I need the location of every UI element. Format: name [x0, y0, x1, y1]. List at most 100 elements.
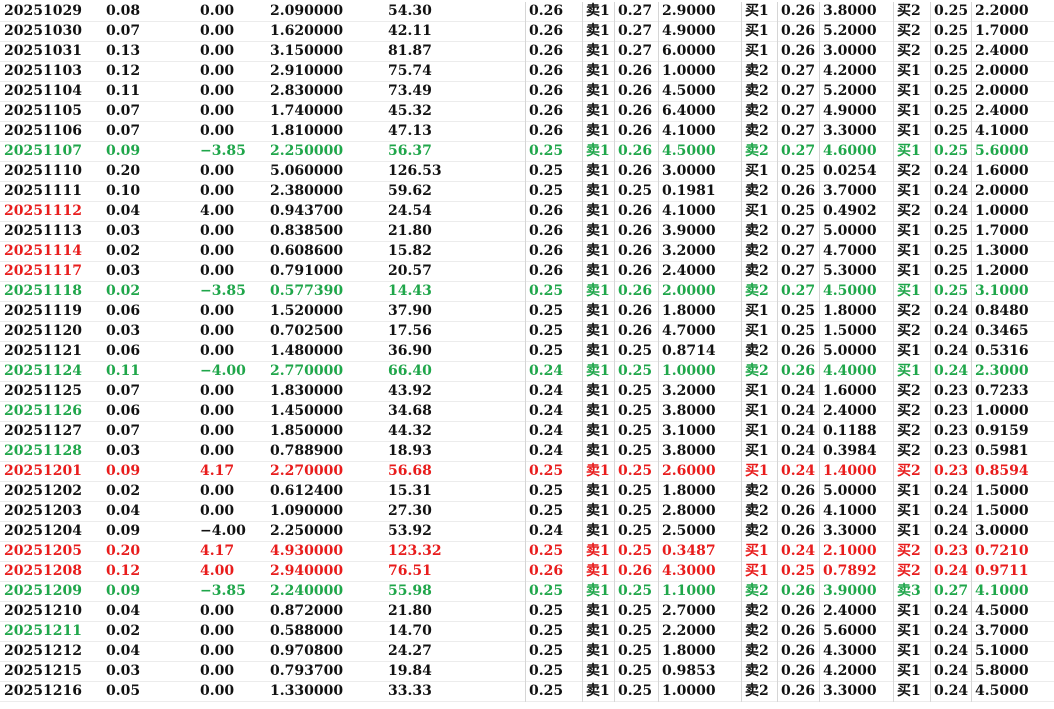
ask1-price-cell: 0.25 [614, 442, 652, 462]
ask1-price-cell: 0.26 [614, 222, 652, 242]
table-row: 20251204 0.09 −4.00 2.250000 53.92 0.24 卖1 0.25… [0, 522, 1054, 542]
ask1-label-cell: 卖1 [582, 402, 610, 422]
level2-price-cell: 0.27 [777, 82, 815, 102]
date-cell: 20251119 [4, 303, 82, 319]
level3-qty-cell: 1.7000 [971, 222, 1029, 242]
table-row: 20251111 0.10 0.00 2.380000 59.62 0.25 卖1 0.25 0… [0, 182, 1054, 202]
level3-label-cell: 买2 [893, 322, 921, 342]
level3-price-cell: 0.27 [930, 582, 968, 602]
volume-cell: 0.588000 [270, 623, 344, 639]
date-cell: 20251111 [4, 183, 82, 199]
level3-label-cell: 买2 [893, 542, 921, 562]
change-cell: 0.00 [200, 603, 235, 619]
price-cell: 0.25 [525, 342, 563, 362]
level2-price-cell: 0.27 [777, 62, 815, 82]
date-cell: 20251204 [4, 523, 82, 539]
level3-price-cell: 0.23 [930, 542, 968, 562]
table-row: 20251212 0.04 0.00 0.970800 24.27 0.25 卖1 0.25 1… [0, 642, 1054, 662]
level2-price-cell: 0.26 [777, 582, 815, 602]
date-cell: 20251118 [4, 283, 82, 299]
change-cell: −3.85 [200, 143, 246, 159]
rate-cell: 0.13 [106, 43, 141, 59]
level3-qty-cell: 4.5000 [971, 682, 1029, 702]
level3-qty-cell: 3.7000 [971, 622, 1029, 642]
table-row: 20251205 0.20 4.17 4.930000 123.32 0.25 卖1 0.25… [0, 542, 1054, 562]
table-row: 20251125 0.07 0.00 1.830000 43.92 0.24 卖1 0.25 3… [0, 382, 1054, 402]
level2-label-cell: 买1 [741, 462, 769, 482]
volume-cell: 4.930000 [270, 543, 344, 559]
change-cell: 4.17 [200, 543, 235, 559]
amount-cell: 44.32 [388, 423, 432, 439]
amount-cell: 36.90 [388, 343, 432, 359]
level2-price-cell: 0.26 [777, 42, 815, 62]
volume-cell: 2.910000 [270, 63, 344, 79]
level3-label-cell: 买1 [893, 282, 921, 302]
ask1-price-cell: 0.25 [614, 182, 652, 202]
change-cell: 0.00 [200, 163, 235, 179]
volume-cell: 0.791000 [270, 263, 344, 279]
ask1-qty-cell: 3.2000 [658, 382, 716, 402]
volume-cell: 0.838500 [270, 223, 344, 239]
level3-price-cell: 0.24 [930, 682, 968, 702]
level2-qty-cell: 5.0000 [819, 222, 877, 242]
level3-qty-cell: 2.0000 [971, 62, 1029, 82]
level2-price-cell: 0.27 [777, 222, 815, 242]
ask1-qty-cell: 0.1981 [658, 182, 716, 202]
price-cell: 0.26 [525, 222, 563, 242]
rate-cell: 0.20 [106, 163, 141, 179]
ask1-qty-cell: 2.9000 [658, 2, 716, 22]
level3-price-cell: 0.25 [930, 62, 968, 82]
level2-price-cell: 0.27 [777, 142, 815, 162]
level3-label-cell: 买1 [893, 342, 921, 362]
level3-qty-cell: 3.1000 [971, 282, 1029, 302]
ask1-qty-cell: 1.0000 [658, 62, 716, 82]
price-cell: 0.26 [525, 202, 563, 222]
price-cell: 0.25 [525, 502, 563, 522]
level3-qty-cell: 1.0000 [971, 202, 1029, 222]
level3-price-cell: 0.24 [930, 322, 968, 342]
rate-cell: 0.10 [106, 183, 141, 199]
volume-cell: 2.940000 [270, 563, 344, 579]
change-cell: 0.00 [200, 503, 235, 519]
ask1-price-cell: 0.26 [614, 282, 652, 302]
level2-price-cell: 0.24 [777, 402, 815, 422]
ask1-qty-cell: 0.8714 [658, 342, 716, 362]
ask1-qty-cell: 4.3000 [658, 562, 716, 582]
volume-cell: 1.830000 [270, 383, 344, 399]
level3-price-cell: 0.24 [930, 482, 968, 502]
date-cell: 20251209 [4, 583, 82, 599]
level2-qty-cell: 1.6000 [819, 382, 877, 402]
level3-qty-cell: 2.0000 [971, 182, 1029, 202]
amount-cell: 45.32 [388, 103, 432, 119]
level2-label-cell: 卖2 [741, 142, 769, 162]
amount-cell: 15.31 [388, 483, 432, 499]
level3-price-cell: 0.25 [930, 242, 968, 262]
level2-qty-cell: 5.3000 [819, 262, 877, 282]
price-cell: 0.25 [525, 462, 563, 482]
table-row: 20251215 0.03 0.00 0.793700 19.84 0.25 卖1 0.25 0… [0, 662, 1054, 682]
level3-price-cell: 0.24 [930, 302, 968, 322]
date-cell: 20251103 [4, 63, 82, 79]
ask1-label-cell: 卖1 [582, 322, 610, 342]
volume-cell: 0.788900 [270, 443, 344, 459]
change-cell: 0.00 [200, 303, 235, 319]
level2-price-cell: 0.27 [777, 282, 815, 302]
price-cell: 0.26 [525, 242, 563, 262]
price-cell: 0.24 [525, 382, 563, 402]
level3-qty-cell: 2.0000 [971, 82, 1029, 102]
ask1-price-cell: 0.26 [614, 262, 652, 282]
level2-label-cell: 买1 [741, 422, 769, 442]
change-cell: 4.00 [200, 203, 235, 219]
amount-cell: 66.40 [388, 363, 432, 379]
level3-qty-cell: 1.6000 [971, 162, 1029, 182]
volume-cell: 2.250000 [270, 523, 344, 539]
level3-price-cell: 0.24 [930, 602, 968, 622]
volume-cell: 1.450000 [270, 403, 344, 419]
level2-price-cell: 0.25 [777, 562, 815, 582]
amount-cell: 15.82 [388, 243, 432, 259]
volume-cell: 2.250000 [270, 143, 344, 159]
level2-label-cell: 卖2 [741, 182, 769, 202]
ask1-price-cell: 0.25 [614, 342, 652, 362]
amount-cell: 17.56 [388, 323, 432, 339]
level2-qty-cell: 3.3000 [819, 122, 877, 142]
